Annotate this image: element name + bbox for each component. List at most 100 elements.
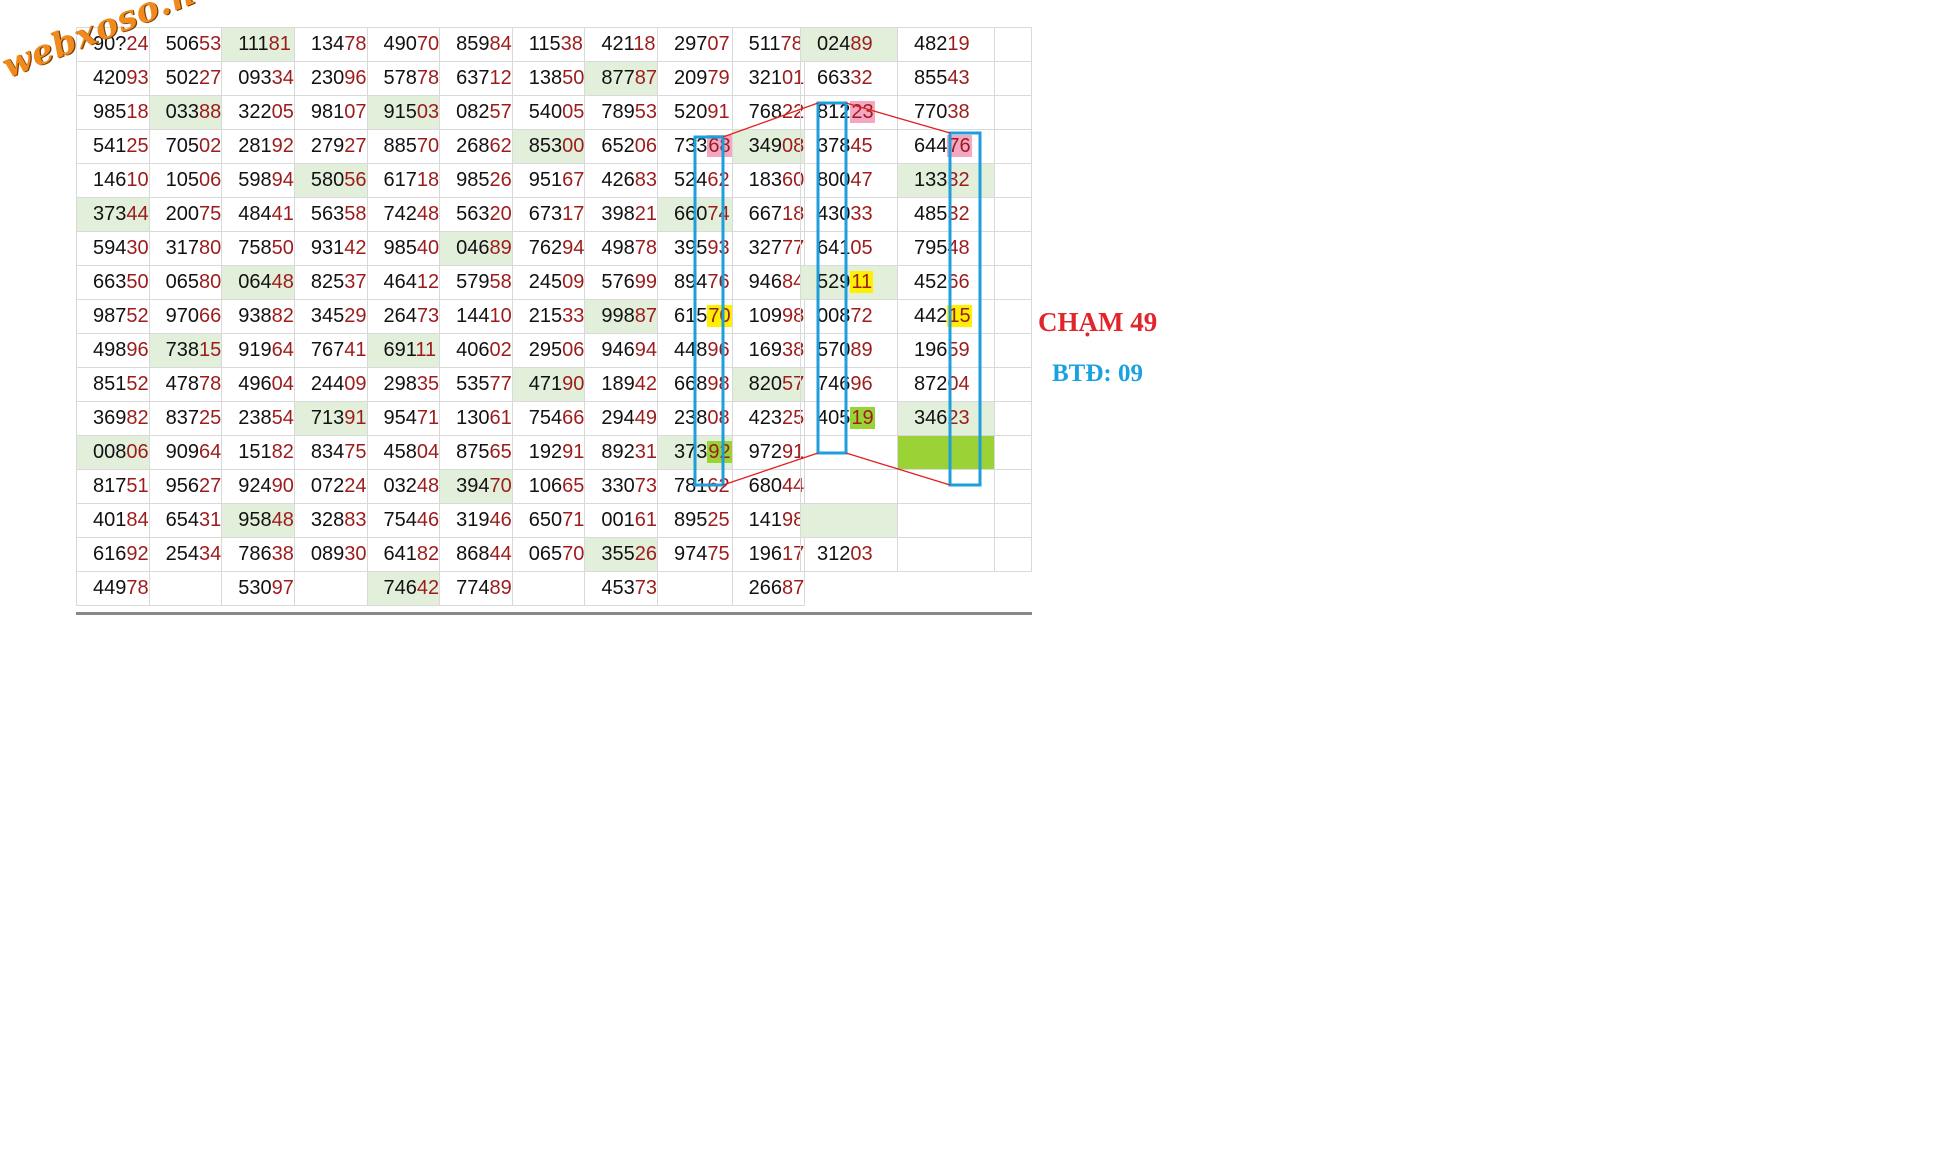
number-tail: 78 (344, 33, 367, 55)
result-cell: 89231 (584, 435, 658, 470)
result-cell: 93142 (293, 231, 368, 266)
number-head: 394 (456, 475, 490, 497)
table-row: 80047 13332 (800, 163, 1032, 198)
result-cell: 18942 (584, 367, 658, 402)
number-tail: 18 (633, 33, 656, 55)
number-head: 540 (528, 101, 563, 123)
result-cell: 61718 (366, 163, 441, 198)
number-head: 294 (601, 407, 635, 429)
number-tail: 48 (416, 475, 440, 497)
table-row: 37845 64476 (800, 129, 1032, 164)
result-cell: 95167 (511, 163, 586, 198)
result-cell: 87565 (439, 435, 513, 470)
result-cell: 07224 (293, 469, 368, 504)
number-tail: 06 (126, 441, 149, 463)
number-tail: 89 (489, 237, 512, 259)
result-cell: 75850 (221, 231, 295, 266)
number-head: 448 (674, 339, 708, 361)
result-cell: 49878 (584, 231, 658, 266)
number-head: 563 (456, 203, 490, 225)
table-row: 52911 45266 (800, 265, 1032, 300)
number-tail: 66 (947, 271, 970, 293)
result-cell: 69111 (366, 333, 441, 368)
number-head: 395 (674, 237, 708, 259)
number-tail: 04 (947, 373, 970, 395)
table-row: 64105 79548 (800, 231, 1032, 266)
result-cell: 32205 (221, 95, 295, 130)
result-cell: 34908 (731, 129, 806, 164)
result-cell: 32883 (293, 503, 368, 538)
table-row: 85152 47878 49604 24409 29835 53577 47190 18942… (76, 367, 806, 402)
number-tail: 07 (344, 101, 367, 123)
number-tail: 20 (489, 203, 512, 225)
number-head: 563 (310, 203, 345, 225)
number-tail: 32 (947, 169, 970, 191)
result-cell (897, 435, 995, 470)
result-cell: 52091 (657, 95, 733, 130)
result-cell: 71391 (293, 401, 368, 436)
number-head: 768 (748, 101, 782, 123)
number-head: 330 (601, 475, 635, 497)
number-tail: 26 (489, 169, 512, 191)
result-cell: 23808 (657, 401, 733, 436)
result-cell: 31946 (439, 503, 513, 538)
number-head: 238 (238, 407, 272, 429)
number-head: 001 (601, 509, 635, 531)
result-cell: 98526 (439, 163, 513, 198)
result-cell: 98752 (76, 299, 150, 334)
result-cell: 57958 (439, 265, 513, 300)
result-cell: 31780 (148, 231, 223, 266)
number-head: 464 (383, 271, 417, 293)
result-cell: 94694 (584, 333, 658, 368)
result-cell: 42325 (731, 401, 806, 436)
result-cell: 00872 (800, 299, 898, 334)
number-tail: 18 (416, 169, 440, 191)
number-tail: 42 (634, 373, 657, 395)
number-head: 453 (601, 577, 635, 599)
highlighted-digits: 15 (947, 305, 972, 327)
table-row: 36982 83725 23854 71391 95471 13061 75466 29449… (76, 401, 806, 436)
number-head: 405 (817, 407, 851, 429)
number-head: 958 (238, 509, 272, 531)
result-cell: 85984 (439, 27, 513, 62)
result-cell: 08257 (439, 95, 513, 130)
number-tail: 62 (707, 475, 730, 497)
number-head: 485 (914, 203, 948, 225)
result-cell: 16938 (731, 333, 806, 368)
number-head: 851 (93, 373, 127, 395)
number-head: 484 (238, 203, 272, 225)
number-tail: 05 (562, 101, 585, 123)
result-cell: 14410 (439, 299, 513, 334)
number-tail: 42 (416, 577, 440, 599)
result-cell: 77038 (897, 95, 995, 130)
number-head: 885 (383, 135, 417, 157)
result-cell: 40602 (439, 333, 513, 368)
number-head: 946 (748, 271, 782, 293)
number-head: 452 (914, 271, 948, 293)
number-head: 346 (914, 407, 948, 429)
number-head: 345 (310, 305, 345, 327)
number-head: 406 (456, 339, 490, 361)
number-tail: 04 (416, 441, 440, 463)
number-head: 529 (817, 271, 851, 293)
number-head: 008 (93, 441, 127, 463)
empty-cell (994, 401, 1032, 436)
number-tail: 90 (562, 373, 585, 395)
number-tail: 62 (707, 169, 730, 191)
result-cell: 49070 (366, 27, 441, 62)
number-tail: 02 (489, 339, 512, 361)
number-head: 616 (93, 543, 127, 565)
number-tail: 38 (560, 33, 583, 55)
number-head: 758 (238, 237, 272, 259)
result-cell: 66350 (76, 265, 150, 300)
table-row: 81223 77038 (800, 95, 1032, 130)
number-head: 327 (748, 237, 782, 259)
result-cell: 20075 (148, 197, 223, 232)
result-cell: 44896 (657, 333, 733, 368)
result-cell: 95627 (148, 469, 223, 504)
result-cell: 88570 (366, 129, 441, 164)
number-head: 673 (528, 203, 563, 225)
result-cell: 29835 (366, 367, 441, 402)
number-tail: 37 (344, 271, 367, 293)
number-head: 615 (674, 305, 708, 327)
